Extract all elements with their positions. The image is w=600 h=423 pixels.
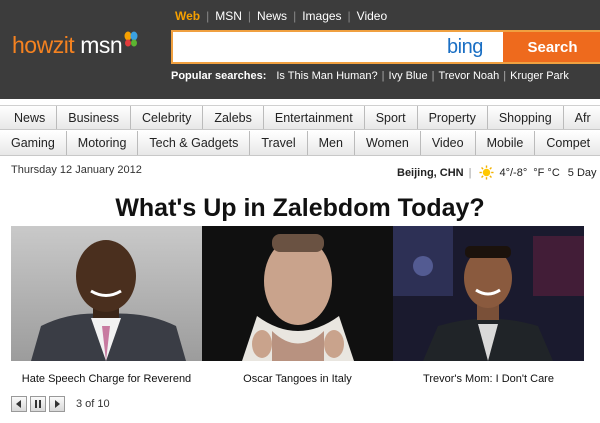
search-scope-tabs: Web | MSN | News | Images | Video — [175, 9, 393, 23]
weather-temps: 4°/-8° — [499, 166, 528, 179]
bing-logo: bing — [447, 36, 483, 58]
logo-howzit-text: howzit — [12, 31, 75, 58]
feature-captions: Hate Speech Charge for Reverend Oscar Ta… — [11, 373, 585, 385]
feature-photo-trevor[interactable] — [393, 226, 584, 361]
current-date: Thursday 12 January 2012 — [11, 164, 142, 176]
nav-item-zalebs[interactable]: Zalebs — [203, 106, 264, 129]
nav-item-competitions[interactable]: Compet — [535, 131, 600, 155]
five-day-forecast-link[interactable]: 5 Day — [568, 167, 597, 179]
nav-item-men[interactable]: Men — [308, 131, 355, 155]
nav-item-mobile[interactable]: Mobile — [476, 131, 536, 155]
pause-icon — [35, 400, 41, 408]
search-input[interactable] — [177, 36, 437, 60]
popular-searches-label: Popular searches: — [171, 70, 267, 82]
slide-counter: 3 of 10 — [76, 398, 110, 410]
scope-tab-video[interactable]: Video — [351, 9, 393, 23]
feature-photo-oscar[interactable] — [202, 226, 393, 361]
popular-search-link[interactable]: Trevor Noah — [435, 70, 504, 82]
sun-icon — [479, 165, 495, 180]
chevron-left-icon — [16, 400, 21, 408]
feature-headline: What's Up in Zalebdom Today? — [115, 194, 485, 222]
scope-tab-web[interactable]: Web — [175, 9, 206, 23]
popular-search-link[interactable]: Is This Man Human? — [272, 70, 381, 82]
header-bar: howzit msn Web | MSN | News | Images | V… — [0, 0, 600, 99]
chevron-right-icon — [55, 400, 60, 408]
popular-searches: Popular searches: Is This Man Human? | I… — [171, 70, 573, 82]
nav-item-africa[interactable]: Afr — [564, 106, 600, 129]
nav-item-tech-gadgets[interactable]: Tech & Gadgets — [138, 131, 251, 155]
logo-msn-text: msn — [80, 31, 123, 58]
nav-item-property[interactable]: Property — [418, 106, 488, 129]
butterfly-icon — [124, 31, 138, 47]
nav-item-sport[interactable]: Sport — [365, 106, 418, 129]
popular-search-link[interactable]: Kruger Park — [506, 70, 573, 82]
nav-item-news[interactable]: News — [0, 106, 58, 129]
feature-caption-link[interactable]: Hate Speech Charge for Reverend — [11, 373, 202, 385]
nav-item-video[interactable]: Video — [421, 131, 476, 155]
feature-photo-strip — [11, 226, 585, 361]
nav-item-gaming[interactable]: Gaming — [0, 131, 67, 155]
scope-tab-msn[interactable]: MSN — [209, 9, 248, 23]
weather-city[interactable]: Beijing, CHN — [397, 167, 464, 179]
slideshow-pager: 3 of 10 — [11, 396, 110, 412]
msn-logo[interactable]: howzit msn — [12, 25, 138, 65]
previous-button[interactable] — [11, 396, 27, 412]
feature-caption-link[interactable]: Oscar Tangoes in Italy — [202, 373, 393, 385]
search-box: bing Search — [171, 30, 600, 64]
weather-widget: Beijing, CHN | 4°/-8° °F °C 5 Day — [397, 165, 597, 180]
nav-item-travel[interactable]: Travel — [250, 131, 308, 155]
nav-item-business[interactable]: Business — [57, 106, 131, 129]
nav-item-shopping[interactable]: Shopping — [488, 106, 564, 129]
scope-tab-images[interactable]: Images — [296, 9, 347, 23]
scope-tab-news[interactable]: News — [251, 9, 293, 23]
next-button[interactable] — [49, 396, 65, 412]
secondary-nav: Gaming Motoring Tech & Gadgets Travel Me… — [0, 131, 600, 156]
nav-item-celebrity[interactable]: Celebrity — [131, 106, 204, 129]
temp-unit-toggle[interactable]: °F °C — [533, 167, 560, 179]
pause-button[interactable] — [30, 396, 46, 412]
nav-item-women[interactable]: Women — [355, 131, 421, 155]
search-button[interactable]: Search — [503, 32, 600, 62]
feature-caption-link[interactable]: Trevor's Mom: I Don't Care — [393, 373, 584, 385]
feature-photo-reverend[interactable] — [11, 226, 202, 361]
nav-item-entertainment[interactable]: Entertainment — [264, 106, 365, 129]
popular-search-link[interactable]: Ivy Blue — [385, 70, 432, 82]
primary-nav: News Business Celebrity Zalebs Entertain… — [0, 105, 600, 130]
nav-item-motoring[interactable]: Motoring — [67, 131, 139, 155]
